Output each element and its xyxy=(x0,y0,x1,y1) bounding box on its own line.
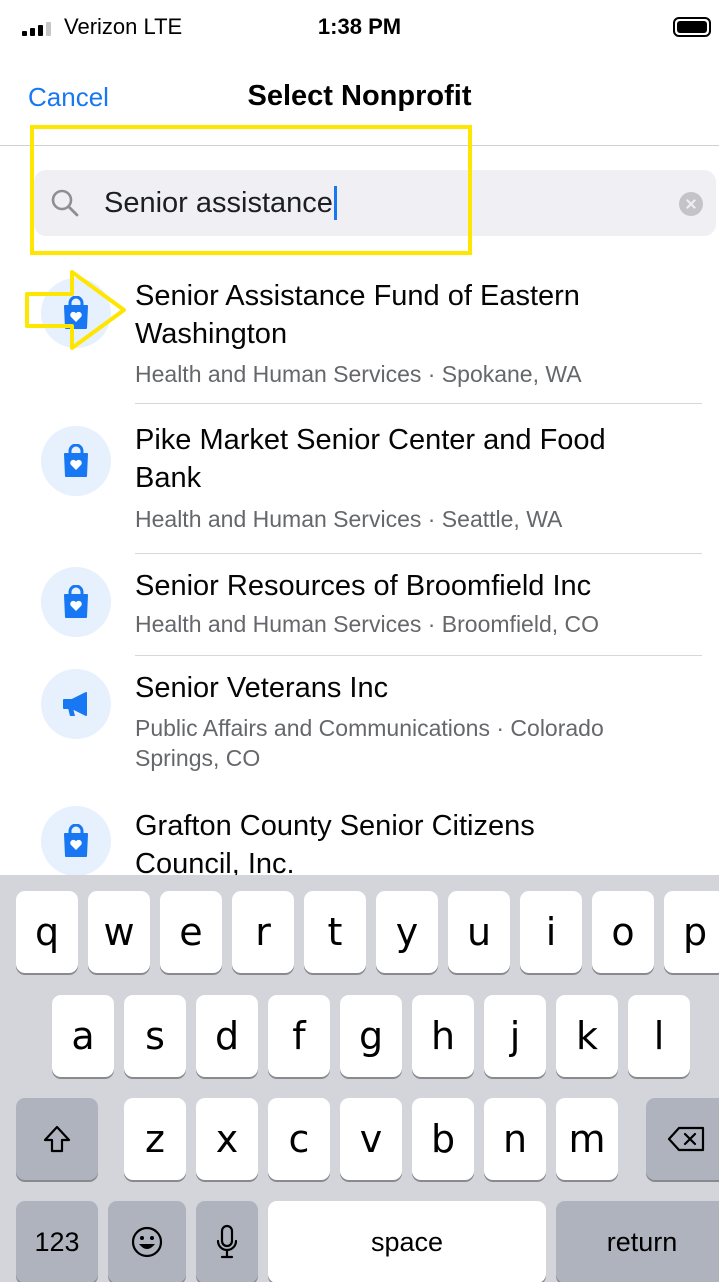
keyboard: q w e r t y u i o p a s d f g h j k l z … xyxy=(0,875,719,1282)
key-b[interactable]: b xyxy=(412,1098,474,1180)
status-bar: Verizon LTE 1:38 PM xyxy=(0,0,719,56)
emoji-key[interactable] xyxy=(108,1201,186,1282)
space-key[interactable]: space xyxy=(268,1201,546,1282)
nonprofit-name-line: Grafton County Senior Citizens xyxy=(135,810,535,842)
nonprofit-name-line: Washington xyxy=(135,318,288,350)
delete-key[interactable] xyxy=(646,1098,719,1180)
key-o[interactable]: o xyxy=(592,891,654,973)
shift-key[interactable] xyxy=(16,1098,98,1180)
backspace-icon xyxy=(667,1126,705,1152)
highlight-box xyxy=(30,125,472,255)
list-item[interactable]: Grafton County Senior Citizens Council, … xyxy=(0,792,719,882)
key-i[interactable]: i xyxy=(520,891,582,973)
nonprofit-meta-line: Public Affairs and Communications · Colo… xyxy=(135,715,604,741)
key-r[interactable]: r xyxy=(232,891,294,973)
shopping-bag-heart-icon xyxy=(41,806,111,876)
list-item[interactable]: Senior Resources of Broomfield Inc Healt… xyxy=(0,554,719,656)
key-d[interactable]: d xyxy=(196,995,258,1077)
numbers-key[interactable]: 123 xyxy=(16,1201,98,1282)
megaphone-icon xyxy=(41,669,111,739)
key-x[interactable]: x xyxy=(196,1098,258,1180)
key-c[interactable]: c xyxy=(268,1098,330,1180)
shopping-bag-heart-icon xyxy=(41,567,111,637)
key-a[interactable]: a xyxy=(52,995,114,1077)
key-q[interactable]: q xyxy=(16,891,78,973)
return-key[interactable]: return xyxy=(556,1201,719,1282)
shopping-bag-heart-icon xyxy=(41,426,111,496)
key-m[interactable]: m xyxy=(556,1098,618,1180)
key-u[interactable]: u xyxy=(448,891,510,973)
nonprofit-name: Senior Resources of Broomfield Inc xyxy=(135,567,695,605)
key-g[interactable]: g xyxy=(340,995,402,1077)
nonprofit-name: Senior Assistance Fund of Eastern Washin… xyxy=(135,277,695,353)
emoji-icon xyxy=(131,1226,163,1258)
nonprofit-name-line: Senior Veterans Inc xyxy=(135,672,389,704)
battery-icon xyxy=(673,17,711,37)
nonprofit-name: Pike Market Senior Center and Food Bank xyxy=(135,421,695,497)
status-time: 1:38 PM xyxy=(317,14,402,39)
microphone-icon xyxy=(216,1224,238,1259)
key-p[interactable]: p xyxy=(664,891,719,973)
nonprofit-name-line: Senior Assistance Fund of Eastern xyxy=(135,280,580,312)
nonprofit-meta-line: Springs, CO xyxy=(135,745,261,771)
nonprofit-category-location: Health and Human Services · Broomfield, … xyxy=(135,611,600,637)
key-v[interactable]: v xyxy=(340,1098,402,1180)
list-item[interactable]: Senior Veterans Inc Public Affairs and C… xyxy=(0,656,719,792)
nonprofit-name: Senior Veterans Inc xyxy=(135,669,695,707)
key-l[interactable]: l xyxy=(628,995,690,1077)
key-s[interactable]: s xyxy=(124,995,186,1077)
key-k[interactable]: k xyxy=(556,995,618,1077)
nonprofit-category-location: Public Affairs and Communications · Colo… xyxy=(135,713,695,773)
key-w[interactable]: w xyxy=(88,891,150,973)
page-title: Select Nonprofit xyxy=(247,80,472,112)
key-z[interactable]: z xyxy=(124,1098,186,1180)
arrow-right-icon xyxy=(25,270,126,350)
nonprofit-name-line: Senior Resources of Broomfield Inc xyxy=(135,570,592,602)
key-n[interactable]: n xyxy=(484,1098,546,1180)
key-h[interactable]: h xyxy=(412,995,474,1077)
key-t[interactable]: t xyxy=(304,891,366,973)
key-y[interactable]: y xyxy=(376,891,438,973)
nonprofit-category-location: Health and Human Services · Spokane, WA xyxy=(135,361,582,387)
key-j[interactable]: j xyxy=(484,995,546,1077)
dictation-key[interactable] xyxy=(196,1201,258,1282)
clear-icon[interactable] xyxy=(679,192,703,216)
nonprofit-name-line: Pike Market Senior Center and Food xyxy=(135,424,606,456)
list-item[interactable]: Pike Market Senior Center and Food Bank … xyxy=(0,404,719,554)
nonprofit-category-location: Health and Human Services · Seattle, WA xyxy=(135,506,563,532)
key-f[interactable]: f xyxy=(268,995,330,1077)
nonprofit-name-line: Bank xyxy=(135,462,202,494)
nonprofit-name: Grafton County Senior Citizens Council, … xyxy=(135,807,695,883)
shift-icon xyxy=(43,1125,71,1153)
key-e[interactable]: e xyxy=(160,891,222,973)
